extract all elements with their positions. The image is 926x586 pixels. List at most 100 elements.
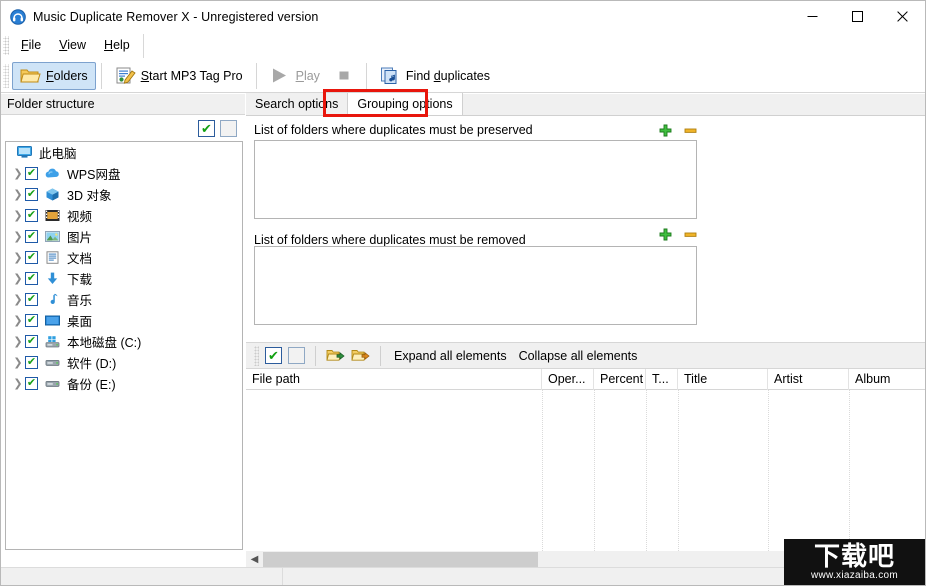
document-icon: [44, 250, 61, 265]
tree-item-checkbox[interactable]: ✔: [25, 251, 38, 264]
tree-item-computer[interactable]: 此电脑: [6, 142, 242, 163]
tree-item-label: 3D 对象: [67, 189, 112, 203]
chevron-right-icon[interactable]: ❯: [11, 355, 25, 371]
chevron-right-icon[interactable]: ❯: [11, 166, 25, 182]
minus-icon[interactable]: [684, 228, 697, 241]
chevron-right-icon[interactable]: ❯: [11, 376, 25, 392]
folder-structure-header: Folder structure: [1, 94, 245, 115]
tree-item-software-d[interactable]: ❯ ✔ 软件 (D:): [6, 352, 242, 373]
results-grid-header: File path Oper... Percent T... Title Art…: [246, 368, 925, 390]
stop-square-icon: [336, 67, 353, 84]
menu-item-file[interactable]: File: [12, 35, 50, 56]
folders-button[interactable]: Folders: [12, 61, 96, 90]
tree-item-checkbox[interactable]: ✔: [25, 272, 38, 285]
grid-column-divider: [594, 390, 595, 551]
results-check-all-button[interactable]: ✔: [265, 347, 282, 364]
tree-check-all-button[interactable]: ✔: [198, 119, 215, 137]
chevron-right-icon[interactable]: ❯: [11, 334, 25, 350]
tree-item-checkbox[interactable]: ✔: [25, 356, 38, 369]
toolbar-divider-2: [255, 62, 257, 89]
chevron-right-icon[interactable]: ❯: [11, 208, 25, 224]
menu-item-help[interactable]: Help: [95, 35, 139, 56]
results-grid-body[interactable]: [246, 390, 925, 551]
stop-button[interactable]: [328, 62, 361, 90]
tree-item-checkbox[interactable]: ✔: [25, 377, 38, 390]
maximize-button[interactable]: [835, 1, 880, 32]
title-bar: Music Duplicate Remover X - Unregistered…: [1, 1, 925, 32]
chevron-right-icon[interactable]: ❯: [11, 313, 25, 329]
collapse-all-button[interactable]: Collapse all elements: [516, 349, 641, 363]
play-label: Play: [295, 68, 320, 83]
chevron-right-icon[interactable]: ❯: [11, 292, 25, 308]
preserved-folders-list[interactable]: [254, 140, 697, 219]
find-duplicates-button[interactable]: Find duplicates: [372, 62, 498, 90]
minimize-button[interactable]: [790, 1, 835, 32]
tree-item-checkbox[interactable]: ✔: [25, 293, 38, 306]
close-button[interactable]: [880, 1, 925, 32]
start-mp3-tag-pro-button[interactable]: Start MP3 Tag Pro: [107, 62, 251, 90]
tree-item-checkbox[interactable]: ✔: [25, 209, 38, 222]
tree-item-local-disk-c[interactable]: ❯ ✔ 本地磁盘 (C:): [6, 331, 242, 352]
export-list-icon[interactable]: [351, 347, 370, 364]
window-title: Music Duplicate Remover X - Unregistered…: [33, 9, 319, 24]
tree-item-checkbox[interactable]: ✔: [25, 314, 38, 327]
tree-item-label: 此电脑: [39, 147, 77, 161]
results-toolbar-grip-icon[interactable]: [254, 345, 259, 366]
column-header-percent[interactable]: Percent: [594, 368, 646, 390]
tree-item-pictures[interactable]: ❯ ✔ 图片: [6, 226, 242, 247]
tree-item-3d-objects[interactable]: ❯ ✔ 3D 对象: [6, 184, 242, 205]
tree-item-videos[interactable]: ❯ ✔ 视频: [6, 205, 242, 226]
menu-grip-icon[interactable]: [3, 36, 9, 55]
chevron-right-icon[interactable]: ❯: [11, 229, 25, 245]
column-header-artist[interactable]: Artist: [768, 368, 849, 390]
scroll-left-icon[interactable]: ◀: [246, 551, 263, 568]
preserved-list-actions: [659, 124, 697, 137]
tree-item-checkbox[interactable]: ✔: [25, 335, 38, 348]
minus-icon[interactable]: [684, 124, 697, 137]
play-button[interactable]: Play: [262, 62, 328, 90]
tree-item-checkbox[interactable]: ✔: [25, 188, 38, 201]
folders-label: Folders: [46, 68, 88, 83]
grid-column-divider: [849, 390, 850, 551]
removed-folders-list[interactable]: [254, 246, 697, 325]
column-header-type[interactable]: T...: [646, 368, 678, 390]
tree-item-downloads[interactable]: ❯ ✔ 下载: [6, 268, 242, 289]
folder-tree[interactable]: 此电脑 ❯ ✔ WPS网盘 ❯ ✔ 3D 对象 ❯ ✔ 视频 ❯ ✔ 图片 ❯ …: [5, 141, 243, 550]
chevron-right-icon[interactable]: ❯: [11, 271, 25, 287]
chevron-right-icon[interactable]: ❯: [11, 250, 25, 266]
folders-icon: [20, 66, 41, 85]
tree-item-desktop[interactable]: ❯ ✔ 桌面: [6, 310, 242, 331]
column-header-file-path[interactable]: File path: [246, 368, 542, 390]
plus-icon[interactable]: [659, 228, 672, 241]
plus-icon[interactable]: [659, 124, 672, 137]
folder-structure-pane: Folder structure ✔ 此电脑 ❯ ✔ WPS网盘 ❯ ✔ 3D …: [1, 94, 245, 557]
tab-grouping-options[interactable]: Grouping options: [347, 93, 463, 115]
tree-uncheck-all-button[interactable]: [220, 119, 237, 137]
menu-item-view[interactable]: View: [50, 35, 95, 56]
tree-item-music[interactable]: ❯ ✔ 音乐: [6, 289, 242, 310]
grid-column-divider: [542, 390, 543, 551]
grid-column-divider: [768, 390, 769, 551]
drive-icon: [44, 355, 61, 370]
tree-item-label: 下载: [67, 273, 93, 287]
import-list-icon[interactable]: [326, 347, 345, 364]
tree-item-wps-cloud[interactable]: ❯ ✔ WPS网盘: [6, 163, 242, 184]
tree-item-backup-e[interactable]: ❯ ✔ 备份 (E:): [6, 373, 242, 394]
tab-search-options[interactable]: Search options: [246, 93, 348, 115]
tree-toolbar: ✔: [1, 115, 245, 141]
chevron-right-icon[interactable]: ❯: [11, 187, 25, 203]
tree-item-checkbox[interactable]: ✔: [25, 230, 38, 243]
column-header-album[interactable]: Album: [849, 369, 925, 390]
tree-item-documents[interactable]: ❯ ✔ 文档: [6, 247, 242, 268]
expand-all-button[interactable]: Expand all elements: [391, 349, 510, 363]
tree-item-checkbox[interactable]: ✔: [25, 167, 38, 180]
results-uncheck-all-button[interactable]: [288, 347, 305, 364]
toolbar-grip-icon[interactable]: [3, 63, 9, 88]
status-cell-left: [1, 567, 283, 585]
hscrollbar-thumb[interactable]: [263, 552, 538, 567]
column-header-operation[interactable]: Oper...: [542, 368, 594, 390]
removed-list-actions: [659, 228, 697, 241]
picture-icon: [44, 229, 61, 244]
column-header-title[interactable]: Title: [678, 368, 768, 390]
find-duplicates-icon: [380, 66, 401, 85]
